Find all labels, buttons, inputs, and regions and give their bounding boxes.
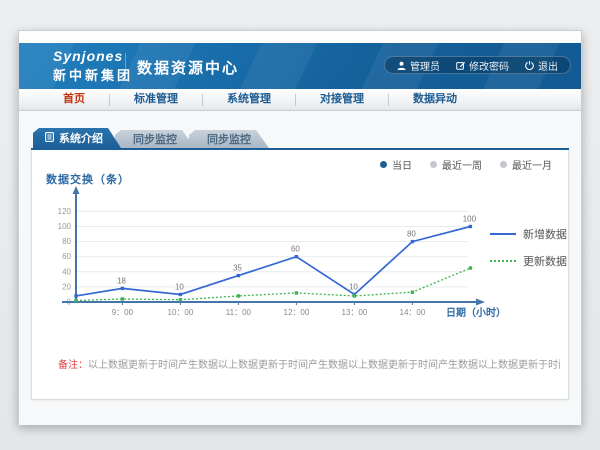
tab-label: 同步监控 [133, 131, 177, 147]
legend-label: 新增数据 [523, 226, 567, 242]
document-icon [45, 132, 54, 145]
nav-item-system-mgmt[interactable]: 系统管理 [203, 89, 295, 110]
svg-text:80: 80 [407, 230, 416, 239]
tab-sync-monitor-1[interactable]: 同步监控 [115, 130, 195, 148]
logout-button[interactable]: 退出 [525, 58, 558, 73]
svg-text:80: 80 [62, 237, 71, 246]
change-password-button[interactable]: 修改密码 [456, 58, 509, 73]
logo-en: Synjones [53, 48, 133, 64]
note-prefix: 备注： [58, 360, 88, 371]
svg-text:18: 18 [117, 276, 126, 285]
tab-bar: 系统介绍 同步监控 同步监控 [33, 128, 269, 148]
svg-text:40: 40 [62, 267, 71, 276]
svg-text:12：00: 12：00 [284, 308, 310, 317]
note-text: 以上数据更新于时间产生数据以上数据更新于时间产生数据以上数据更新于时间产生数据以… [88, 360, 560, 371]
time-filter: 当日 最近一周 最近一月 [380, 157, 552, 172]
svg-text:60: 60 [62, 252, 71, 261]
logo: Synjones 新中新集团 [53, 48, 133, 84]
logo-en-text: Synjones [53, 48, 123, 64]
dotted-line-swatch [490, 255, 516, 267]
user-icon [397, 61, 406, 70]
app-header: Synjones 新中新集团 数据资源中心 管理员 修改密码 [19, 43, 581, 89]
svg-text:10：00: 10：00 [168, 308, 194, 317]
solid-line-swatch [490, 228, 516, 240]
radio-icon [430, 161, 437, 168]
legend-item-updated-data: 更新数据 [490, 253, 567, 269]
power-icon [525, 61, 534, 70]
svg-text:35: 35 [233, 264, 242, 273]
filter-last-month[interactable]: 最近一月 [500, 157, 552, 172]
content-area: 系统介绍 同步监控 同步监控 当日 最近一 [19, 111, 581, 425]
app-title: 数据资源中心 [137, 57, 239, 78]
svg-text:10: 10 [349, 282, 358, 291]
nav-item-home[interactable]: 首页 [39, 89, 109, 110]
tab-label: 同步监控 [207, 131, 251, 147]
svg-text:9：00: 9：00 [112, 308, 134, 317]
nav-item-data-change[interactable]: 数据异动 [389, 89, 481, 110]
svg-text:100: 100 [58, 222, 72, 231]
filter-label: 最近一周 [442, 157, 482, 172]
user-menu[interactable]: 管理员 [397, 58, 440, 73]
filter-last-week[interactable]: 最近一周 [430, 157, 482, 172]
header-divider [125, 53, 126, 79]
main-nav: 首页 标准管理 系统管理 对接管理 数据异动 [19, 89, 581, 111]
tab-system-intro[interactable]: 系统介绍 [33, 128, 121, 148]
filter-label: 最近一月 [512, 157, 552, 172]
legend-label: 更新数据 [523, 253, 567, 269]
chart-panel: 当日 最近一周 最近一月 数据交换（条） 0204060801001209：00… [31, 150, 569, 400]
legend-item-new-data: 新增数据 [490, 226, 567, 242]
svg-text:120: 120 [58, 207, 72, 216]
svg-text:13：00: 13：00 [342, 308, 368, 317]
radio-icon [380, 161, 387, 168]
footer-note: 备注：以上数据更新于时间产生数据以上数据更新于时间产生数据以上数据更新于时间产生… [58, 356, 560, 371]
edit-icon [456, 61, 465, 70]
svg-text:100: 100 [463, 215, 477, 224]
svg-text:20: 20 [62, 282, 71, 291]
svg-text:日期（小时）: 日期（小时） [446, 306, 506, 319]
radio-icon [500, 161, 507, 168]
chart-legend: 新增数据 更新数据 [490, 226, 567, 269]
svg-text:11：00: 11：00 [226, 308, 252, 317]
tab-sync-monitor-2[interactable]: 同步监控 [189, 130, 269, 148]
y-axis-title: 数据交换（条） [46, 171, 130, 187]
tab-label: 系统介绍 [59, 130, 103, 146]
svg-text:60: 60 [291, 245, 300, 254]
filter-today[interactable]: 当日 [380, 157, 412, 172]
line-chart: 0204060801001209：0010：0011：0012：0013：001… [32, 186, 512, 336]
user-toolbar: 管理员 修改密码 退出 [384, 56, 571, 74]
logo-cn: 新中新集团 [53, 65, 133, 84]
filter-label: 当日 [392, 157, 412, 172]
nav-item-standard-mgmt[interactable]: 标准管理 [110, 89, 202, 110]
window-top-strip [19, 31, 581, 43]
svg-text:10: 10 [175, 282, 184, 291]
nav-item-interface-mgmt[interactable]: 对接管理 [296, 89, 388, 110]
app-window: Synjones 新中新集团 数据资源中心 管理员 修改密码 [18, 30, 582, 424]
change-password-label: 修改密码 [469, 58, 509, 73]
user-name: 管理员 [410, 58, 440, 73]
logout-label: 退出 [538, 58, 558, 73]
svg-text:14：00: 14：00 [400, 308, 426, 317]
page-background: Synjones 新中新集团 数据资源中心 管理员 修改密码 [0, 0, 600, 450]
